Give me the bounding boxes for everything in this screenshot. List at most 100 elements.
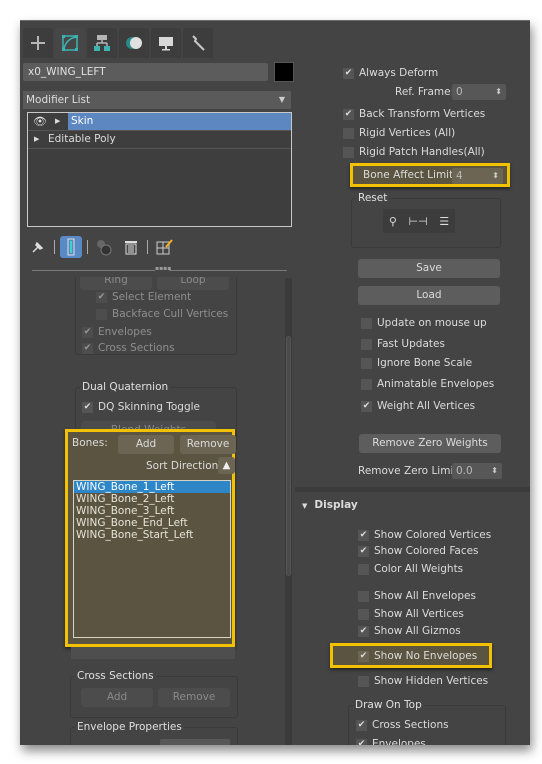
bones-list[interactable]: WING_Bone_1_Left WING_Bone_2_Left WING_B… bbox=[73, 480, 231, 638]
collapse-triangle-icon: ▼ bbox=[302, 502, 308, 510]
stack-item-skin[interactable]: 👁 ▶ Skin bbox=[28, 113, 291, 131]
always-deform-checkbox[interactable]: ✔ Always Deform bbox=[343, 67, 438, 79]
remove-bone-button[interactable]: Remove bbox=[180, 435, 236, 454]
envelope-radius-spinner[interactable] bbox=[160, 739, 230, 745]
bone-list-item[interactable]: WING_Bone_2_Left bbox=[74, 493, 230, 505]
show-colored-faces-checkbox[interactable]: ✔ Show Colored Faces bbox=[358, 545, 479, 557]
reset-vertices-icon[interactable]: ⚲ bbox=[389, 215, 397, 228]
weight-all-vertices-checkbox[interactable]: ✔ Weight All Vertices bbox=[361, 400, 475, 412]
color-all-weights-checkbox[interactable]: Color All Weights bbox=[358, 563, 463, 575]
tab-display[interactable] bbox=[151, 28, 181, 58]
ref-frame-spinner[interactable]: 0 ⬍ bbox=[452, 84, 506, 100]
animatable-envelopes-checkbox[interactable]: Animatable Envelopes bbox=[361, 378, 494, 390]
spinner-arrows-icon[interactable]: ⬍ bbox=[491, 463, 498, 479]
motion-icon bbox=[126, 37, 142, 49]
update-on-mouse-up-checkbox[interactable]: Update on mouse up bbox=[361, 317, 487, 329]
bone-affect-limit-spinner[interactable]: 4 ⬍ bbox=[452, 168, 503, 184]
select-element-checkbox[interactable]: ✔ Select Element bbox=[96, 291, 191, 303]
cross-section-add-button[interactable]: Add bbox=[81, 688, 153, 707]
dq-skinning-toggle-checkbox[interactable]: ✔ DQ Skinning Toggle bbox=[82, 401, 200, 413]
rigid-patch-handles-checkbox[interactable]: Rigid Patch Handles(All) bbox=[343, 146, 485, 158]
configure-modifier-sets-button[interactable] bbox=[153, 236, 175, 258]
tab-modify[interactable] bbox=[55, 28, 85, 58]
bones-label: Bones: bbox=[72, 437, 108, 449]
eye-icon[interactable]: 👁 bbox=[33, 113, 47, 130]
tab-motion[interactable] bbox=[119, 28, 149, 58]
show-all-vertices-checkbox[interactable]: Show All Vertices bbox=[358, 608, 464, 620]
show-all-envelopes-checkbox[interactable]: Show All Envelopes bbox=[358, 590, 476, 602]
checkmark-icon: ✔ bbox=[82, 342, 93, 354]
bone-affect-limit-highlight: Bone Affect Limit: 4 ⬍ bbox=[350, 163, 510, 187]
rigid-vertices-checkbox[interactable]: Rigid Vertices (All) bbox=[343, 127, 455, 139]
checkbox-box bbox=[358, 563, 369, 575]
bone-list-item[interactable]: WING_Bone_1_Left bbox=[74, 481, 230, 493]
loop-button[interactable]: Loop bbox=[157, 277, 229, 290]
skin-parameters-right: ✔ Always Deform Ref. Frame: 0 ⬍ ✔ Back Tran… bbox=[295, 57, 530, 745]
draw-on-top-envelopes-checkbox[interactable]: ✔ Envelopes bbox=[356, 738, 426, 745]
make-unique-button[interactable] bbox=[93, 236, 115, 258]
expand-triangle-icon[interactable]: ▶ bbox=[34, 131, 39, 148]
checkbox-box bbox=[358, 608, 369, 620]
checkmark-icon: ✔ bbox=[361, 400, 372, 412]
draw-on-top-title: Draw On Top bbox=[353, 699, 424, 711]
spinner-arrows-icon[interactable]: ⬍ bbox=[495, 84, 502, 100]
separator bbox=[147, 240, 148, 254]
back-transform-vertices-checkbox[interactable]: ✔ Back Transform Vertices bbox=[343, 108, 485, 120]
checkbox-box bbox=[361, 378, 372, 390]
checkmark-icon: ✔ bbox=[82, 401, 93, 413]
bones-list-bottom bbox=[71, 647, 235, 659]
bones-group: Bones: Add Remove Sort Direction: ▲ WING… bbox=[65, 429, 236, 647]
backface-cull-checkbox[interactable]: Backface Cull Vertices bbox=[96, 308, 228, 320]
spinner-arrows-icon[interactable]: ⬍ bbox=[492, 168, 499, 184]
object-name-field[interactable]: x0_WING_LEFT bbox=[23, 63, 268, 81]
object-color-swatch[interactable] bbox=[274, 62, 294, 82]
wrench-icon bbox=[192, 35, 205, 51]
remove-zero-limit-spinner[interactable]: 0.0 ⬍ bbox=[452, 463, 502, 479]
checkbox-box bbox=[358, 675, 369, 687]
save-button[interactable]: Save bbox=[358, 259, 500, 278]
load-button[interactable]: Load bbox=[358, 286, 500, 305]
ring-button[interactable]: Ring bbox=[80, 277, 152, 290]
show-no-envelopes-checkbox[interactable]: ✔ Show No Envelopes bbox=[358, 650, 477, 662]
pin-stack-button[interactable] bbox=[27, 236, 49, 258]
checkmark-icon: ✔ bbox=[82, 326, 93, 338]
show-hidden-vertices-checkbox[interactable]: Show Hidden Vertices bbox=[358, 675, 488, 687]
remove-zero-weights-button[interactable]: Remove Zero Weights bbox=[359, 434, 501, 453]
cross-sections-checkbox[interactable]: ✔ Cross Sections bbox=[82, 342, 175, 354]
modifier-list-dropdown[interactable]: Modifier List ▼ bbox=[23, 91, 291, 109]
reset-all-bones-icon[interactable]: ☰ bbox=[439, 215, 449, 228]
stack-item-editable-poly[interactable]: ▶ Editable Poly bbox=[28, 131, 291, 149]
tab-utilities[interactable] bbox=[183, 28, 213, 58]
left-scrollbar-thumb[interactable] bbox=[286, 336, 291, 576]
modifier-stack: 👁 ▶ Skin ▶ Editable Poly bbox=[27, 112, 292, 227]
sort-direction-button[interactable]: ▲ bbox=[218, 457, 235, 474]
checkbox-box bbox=[361, 317, 372, 329]
draw-on-top-cross-sections-checkbox[interactable]: ✔ Cross Sections bbox=[356, 719, 449, 731]
stack-toolbar bbox=[27, 234, 175, 260]
sort-direction-label: Sort Direction: bbox=[146, 460, 222, 472]
show-colored-vertices-checkbox[interactable]: ✔ Show Colored Vertices bbox=[358, 529, 491, 541]
show-no-envelopes-highlight: ✔ Show No Envelopes bbox=[330, 643, 492, 668]
add-bone-button[interactable]: Add bbox=[118, 435, 174, 454]
bone-list-item[interactable]: WING_Bone_Start_Left bbox=[74, 529, 230, 541]
bone-list-item[interactable]: WING_Bone_End_Left bbox=[74, 517, 230, 529]
show-end-result-button[interactable] bbox=[60, 236, 82, 258]
dual-quaternion-title: Dual Quaternion bbox=[80, 381, 171, 393]
cross-section-remove-button[interactable]: Remove bbox=[158, 688, 230, 707]
remove-zero-limit-label: Remove Zero Limit: bbox=[358, 465, 462, 477]
checkmark-icon: ✔ bbox=[358, 650, 369, 662]
reset-toolbar: ⚲ ⊢⊣ ☰ bbox=[383, 209, 455, 233]
reset-bone-icon[interactable]: ⊢⊣ bbox=[409, 215, 428, 228]
envelopes-checkbox[interactable]: ✔ Envelopes bbox=[82, 326, 152, 338]
ignore-bone-scale-checkbox[interactable]: Ignore Bone Scale bbox=[361, 357, 472, 369]
checkbox-box bbox=[361, 338, 372, 350]
show-all-gizmos-checkbox[interactable]: ✔ Show All Gizmos bbox=[358, 625, 461, 637]
fast-updates-checkbox[interactable]: Fast Updates bbox=[361, 338, 445, 350]
display-rollout-header[interactable]: ▼ Display bbox=[302, 499, 358, 511]
expand-triangle-icon[interactable]: ▶ bbox=[55, 113, 60, 130]
tab-create[interactable] bbox=[23, 28, 53, 58]
bone-list-item[interactable]: WING_Bone_3_Left bbox=[74, 505, 230, 517]
remove-modifier-button[interactable] bbox=[120, 236, 142, 258]
tab-hierarchy[interactable] bbox=[87, 28, 117, 58]
resize-grip[interactable]: ▪▪▪▪ bbox=[155, 266, 171, 272]
